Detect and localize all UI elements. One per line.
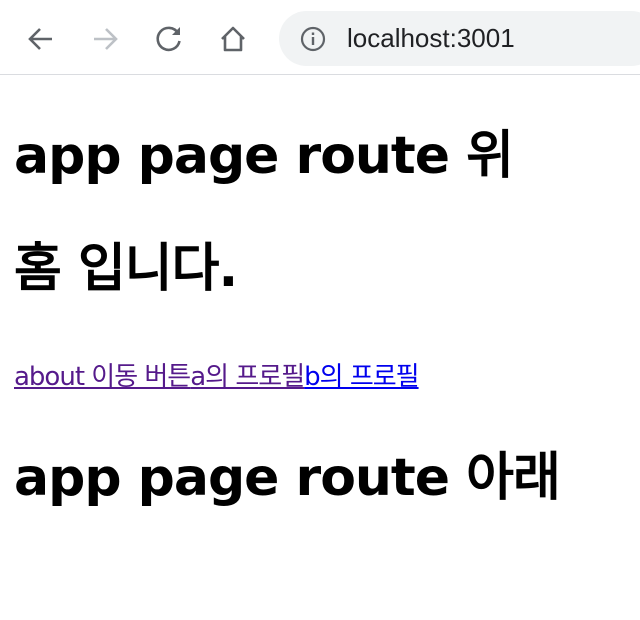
address-bar[interactable]: localhost:3001 <box>279 11 640 66</box>
forward-button[interactable] <box>88 22 122 56</box>
about-link[interactable]: about 이동 버튼 <box>14 362 191 392</box>
heading-home: 홈 입니다. <box>14 239 238 299</box>
heading-route-bottom: app page route 아래 <box>14 448 561 508</box>
info-icon[interactable] <box>300 26 326 52</box>
reload-icon <box>154 24 184 54</box>
home-button[interactable] <box>216 22 250 56</box>
browser-toolbar: localhost:3001 <box>0 0 640 75</box>
link-row: about 이동 버튼a의 프로필b의 프로필 <box>14 357 420 397</box>
back-button[interactable] <box>24 22 58 56</box>
arrow-left-icon <box>26 24 56 54</box>
home-icon <box>218 24 248 54</box>
reload-button[interactable] <box>152 22 186 56</box>
arrow-right-icon <box>90 24 120 54</box>
heading-route-top: app page route 위 <box>14 126 514 186</box>
profile-b-link[interactable]: b의 프로필 <box>304 362 419 392</box>
url-text[interactable]: localhost:3001 <box>347 23 515 53</box>
profile-a-link[interactable]: a의 프로필 <box>190 362 305 392</box>
